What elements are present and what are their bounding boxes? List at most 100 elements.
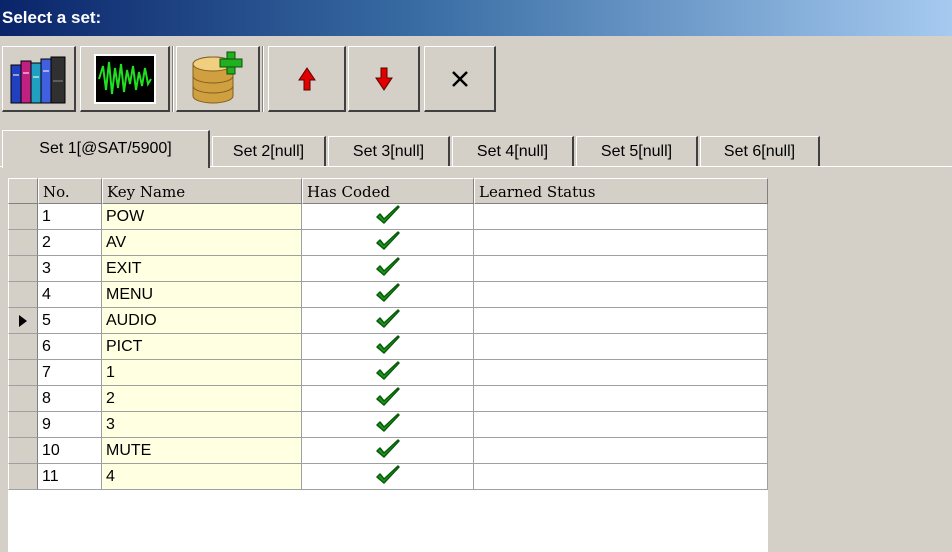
cell-no[interactable]: 7	[38, 360, 102, 386]
cell-has-coded[interactable]	[302, 464, 474, 490]
cell-key-name[interactable]: 4	[102, 464, 302, 490]
column-header-no[interactable]: No.	[38, 178, 102, 204]
column-header-learned-status[interactable]: Learned Status	[474, 178, 768, 204]
checkmark-icon	[375, 387, 400, 406]
cell-has-coded[interactable]	[302, 386, 474, 412]
cell-learned-status[interactable]	[474, 386, 768, 412]
cell-has-coded[interactable]	[302, 308, 474, 334]
row-indicator[interactable]	[8, 360, 38, 386]
row-indicator[interactable]	[8, 438, 38, 464]
cell-has-coded[interactable]	[302, 360, 474, 386]
cell-learned-status[interactable]	[474, 282, 768, 308]
cell-no[interactable]: 8	[38, 386, 102, 412]
cell-no[interactable]: 5	[38, 308, 102, 334]
cell-has-coded[interactable]	[302, 438, 474, 464]
row-indicator[interactable]	[8, 256, 38, 282]
add-set-button[interactable]	[176, 46, 260, 112]
cell-has-coded[interactable]	[302, 204, 474, 230]
cell-no[interactable]: 11	[38, 464, 102, 490]
cell-learned-status[interactable]	[474, 412, 768, 438]
row-indicator[interactable]	[8, 386, 38, 412]
move-up-button[interactable]	[268, 46, 346, 112]
checkmark-icon	[375, 413, 400, 432]
library-button[interactable]	[2, 46, 76, 112]
table-row[interactable]: 93	[8, 412, 768, 438]
waveform-icon	[93, 53, 156, 104]
tab-set-6[interactable]: Set 6[null]	[700, 136, 820, 166]
cell-key-name[interactable]: MENU	[102, 282, 302, 308]
keys-grid[interactable]: No. Key Name Has Coded Learned Status 1P…	[8, 178, 768, 552]
table-row[interactable]: 10 MUTE	[8, 438, 768, 464]
row-indicator[interactable]	[8, 282, 38, 308]
tab-set-5[interactable]: Set 5[null]	[576, 136, 698, 166]
cell-has-coded[interactable]	[302, 334, 474, 360]
cell-key-name[interactable]: 1	[102, 360, 302, 386]
tab-set-4[interactable]: Set 4[null]	[452, 136, 574, 166]
toolbar	[0, 36, 952, 124]
row-indicator[interactable]	[8, 464, 38, 490]
cell-has-coded[interactable]	[302, 282, 474, 308]
tab-set-1[interactable]: Set 1[@SAT/5900]	[2, 130, 210, 168]
cell-learned-status[interactable]	[474, 204, 768, 230]
move-down-button[interactable]	[348, 46, 420, 112]
cell-no[interactable]: 1	[38, 204, 102, 230]
cell-learned-status[interactable]	[474, 360, 768, 386]
waveform-button[interactable]	[80, 46, 170, 112]
table-row[interactable]: 71	[8, 360, 768, 386]
cell-no[interactable]: 10	[38, 438, 102, 464]
cell-learned-status[interactable]	[474, 308, 768, 334]
cell-no[interactable]: 2	[38, 230, 102, 256]
row-indicator[interactable]	[8, 204, 38, 230]
table-row[interactable]: 4 MENU	[8, 282, 768, 308]
row-indicator[interactable]	[8, 334, 38, 360]
cell-key-name[interactable]: 3	[102, 412, 302, 438]
cell-key-name[interactable]: POW	[102, 204, 302, 230]
tab-set-3[interactable]: Set 3[null]	[328, 136, 450, 166]
cell-no[interactable]: 6	[38, 334, 102, 360]
checkmark-icon	[375, 283, 400, 302]
delete-button[interactable]	[424, 46, 496, 112]
table-row[interactable]: 5 AUDIO	[8, 308, 768, 334]
cell-learned-status[interactable]	[474, 438, 768, 464]
cell-learned-status[interactable]	[474, 256, 768, 282]
current-row-arrow-icon	[19, 315, 27, 327]
cell-key-name[interactable]: AV	[102, 230, 302, 256]
row-indicator[interactable]	[8, 412, 38, 438]
checkmark-icon	[375, 335, 400, 354]
table-row[interactable]: 82	[8, 386, 768, 412]
toolbar-separator	[262, 46, 264, 112]
row-indicator-header	[8, 178, 38, 204]
cell-key-name[interactable]: 2	[102, 386, 302, 412]
cell-no[interactable]: 4	[38, 282, 102, 308]
cell-no[interactable]: 9	[38, 412, 102, 438]
row-indicator[interactable]	[8, 230, 38, 256]
cell-no[interactable]: 3	[38, 256, 102, 282]
cell-learned-status[interactable]	[474, 464, 768, 490]
tab-set-2[interactable]: Set 2[null]	[212, 136, 326, 166]
cell-key-name[interactable]: MUTE	[102, 438, 302, 464]
window-title-bar: Select a set:	[0, 0, 952, 36]
table-row[interactable]: 1 POW	[8, 204, 768, 230]
cell-key-name[interactable]: AUDIO	[102, 308, 302, 334]
cell-learned-status[interactable]	[474, 230, 768, 256]
checkmark-icon	[375, 231, 400, 250]
grid-header: No. Key Name Has Coded Learned Status	[8, 178, 768, 204]
cell-key-name[interactable]: EXIT	[102, 256, 302, 282]
cell-has-coded[interactable]	[302, 230, 474, 256]
checkmark-icon	[375, 205, 400, 224]
window-title: Select a set:	[2, 8, 102, 27]
cell-has-coded[interactable]	[302, 412, 474, 438]
cell-learned-status[interactable]	[474, 334, 768, 360]
table-row[interactable]: 3 EXIT	[8, 256, 768, 282]
table-row[interactable]: 2 AV	[8, 230, 768, 256]
column-header-has-coded[interactable]: Has Coded	[302, 178, 474, 204]
table-row[interactable]: 11 4	[8, 464, 768, 490]
checkmark-icon	[375, 257, 400, 276]
cell-has-coded[interactable]	[302, 256, 474, 282]
row-indicator[interactable]	[8, 308, 38, 334]
checkmark-icon	[375, 439, 400, 458]
cell-key-name[interactable]: PICT	[102, 334, 302, 360]
table-row[interactable]: 6 PICT	[8, 334, 768, 360]
column-header-key-name[interactable]: Key Name	[102, 178, 302, 204]
checkmark-icon	[375, 309, 400, 328]
